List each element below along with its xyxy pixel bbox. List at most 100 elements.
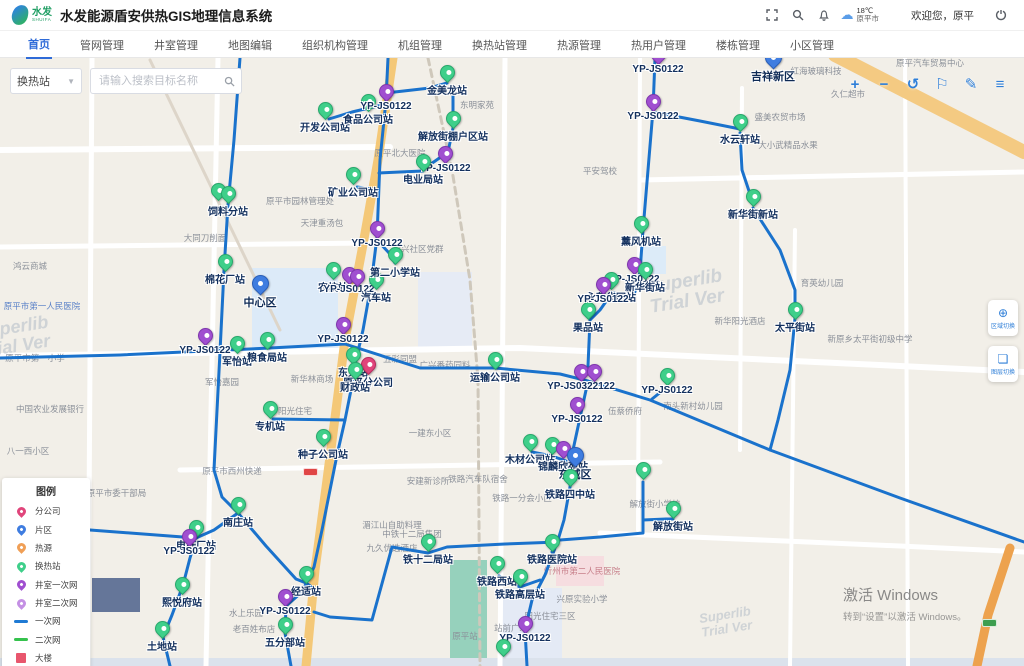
well-marker[interactable] bbox=[366, 218, 387, 239]
area-switch-button[interactable]: ⊕区域切换 bbox=[988, 300, 1018, 336]
logout-icon[interactable] bbox=[988, 0, 1014, 30]
layer-switch-button[interactable]: ❏图层切换 bbox=[988, 346, 1018, 382]
legend-item-label: 二次网 bbox=[35, 634, 61, 646]
exchange-station-marker[interactable] bbox=[384, 244, 405, 265]
exchange-station-marker[interactable] bbox=[436, 62, 457, 83]
exchange-station-marker[interactable] bbox=[227, 494, 248, 515]
well-marker[interactable] bbox=[642, 91, 663, 112]
legend-item: 换热站 bbox=[2, 557, 90, 575]
reset-view-icon[interactable]: ↺ bbox=[903, 74, 923, 94]
marker-label: YP-JS0122 bbox=[259, 606, 310, 617]
well-marker[interactable] bbox=[566, 394, 587, 415]
exchange-station-marker[interactable] bbox=[342, 164, 363, 185]
legend-title: 图例 bbox=[2, 483, 90, 498]
legend-item: 井室一次网 bbox=[2, 576, 90, 594]
exchange-station-marker[interactable] bbox=[259, 398, 280, 419]
zoom-out-icon[interactable]: − bbox=[874, 74, 894, 94]
marker-label: YP-JS0122 bbox=[163, 546, 214, 557]
nav-tab-community[interactable]: 小区管理 bbox=[788, 31, 836, 58]
nav-tab-unit[interactable]: 机组管理 bbox=[396, 31, 444, 58]
exchange-station-marker[interactable] bbox=[412, 151, 433, 172]
weather-city: 原平市 bbox=[857, 15, 880, 23]
nav-tab-well[interactable]: 井室管理 bbox=[152, 31, 200, 58]
nav-tab-heat-user[interactable]: 热用户管理 bbox=[629, 31, 688, 58]
district-marker[interactable] bbox=[761, 58, 785, 70]
marker-label: 开发公司站 bbox=[300, 119, 350, 134]
exchange-station-marker[interactable] bbox=[226, 333, 247, 354]
marker-label: 棉花厂站 bbox=[205, 271, 245, 286]
nav-tab-building[interactable]: 楼栋管理 bbox=[714, 31, 762, 58]
exchange-station-marker[interactable] bbox=[729, 111, 750, 132]
map-poi-label: 铁路一分会小区 bbox=[492, 492, 552, 504]
legend-swatch-pin bbox=[14, 507, 28, 516]
welcome-text: 欢迎您，原平 bbox=[911, 8, 974, 23]
exchange-station-marker[interactable] bbox=[357, 91, 378, 112]
map-toolbar: +−↺ ⚐ ✎ ≡ bbox=[836, 74, 1010, 94]
fullscreen-icon[interactable] bbox=[759, 0, 785, 30]
exchange-station-marker[interactable] bbox=[486, 553, 507, 574]
exchange-station-marker[interactable] bbox=[484, 349, 505, 370]
well-marker[interactable] bbox=[583, 361, 604, 382]
legend-item: 井室二次网 bbox=[2, 594, 90, 612]
map-poi-label: 中国农业发展银行 bbox=[16, 403, 84, 415]
nav-tab-map-edit[interactable]: 地图编辑 bbox=[226, 31, 274, 58]
marker-label: 木材公司站 bbox=[505, 451, 555, 466]
measure-icon[interactable]: ⚐ bbox=[932, 74, 952, 94]
well-marker[interactable] bbox=[434, 143, 455, 164]
well-marker[interactable] bbox=[274, 586, 295, 607]
nav-tab-org[interactable]: 组织机构管理 bbox=[300, 31, 370, 58]
exchange-station-marker[interactable] bbox=[274, 614, 295, 635]
map-poi-label: 原平汽车贸易中心 bbox=[896, 58, 964, 69]
exchange-station-marker[interactable] bbox=[519, 431, 540, 452]
exchange-station-marker[interactable] bbox=[214, 251, 235, 272]
map-poi-label: 大小武精品水果 bbox=[758, 139, 818, 151]
nav-tab-home[interactable]: 首页 bbox=[26, 30, 52, 59]
nav-tab-exchange-station[interactable]: 换热站管理 bbox=[470, 31, 529, 58]
exchange-station-marker[interactable] bbox=[312, 426, 333, 447]
exchange-station-marker[interactable] bbox=[417, 531, 438, 552]
nav-tab-heat-source[interactable]: 热源管理 bbox=[555, 31, 603, 58]
map-search-bar: 换热站 ▼ bbox=[10, 68, 242, 94]
legend-swatch-pin bbox=[14, 599, 28, 608]
exchange-station-marker[interactable] bbox=[314, 99, 335, 120]
search-input[interactable] bbox=[90, 68, 242, 94]
marker-label: YP-JS0122 bbox=[627, 111, 678, 122]
exchange-station-marker[interactable] bbox=[151, 618, 172, 639]
search-category-select[interactable]: 换热站 ▼ bbox=[10, 68, 82, 94]
layer-list-icon[interactable]: ≡ bbox=[990, 74, 1010, 94]
nav-tab-pipe-network[interactable]: 管网管理 bbox=[78, 31, 126, 58]
exchange-station-marker[interactable] bbox=[541, 531, 562, 552]
pin-swatch-icon bbox=[15, 597, 28, 610]
road-badge bbox=[303, 468, 318, 476]
map-poi-label: 五彩同盟 bbox=[383, 353, 417, 365]
exchange-station-marker[interactable] bbox=[662, 498, 683, 519]
well-marker[interactable] bbox=[194, 325, 215, 346]
map-canvas[interactable]: 东明家苑红海玻璃科技原平汽车贸易中心久仁超市盛美农贸市场大小武精品水果平安驾校原… bbox=[0, 58, 1024, 666]
well-marker[interactable] bbox=[375, 81, 396, 102]
search-magnifier-icon[interactable] bbox=[224, 74, 235, 92]
map-poi-label: 东明家苑 bbox=[460, 99, 494, 111]
marker-label: 铁路四中站 bbox=[545, 486, 595, 501]
exchange-station-marker[interactable] bbox=[509, 566, 530, 587]
exchange-station-marker[interactable] bbox=[632, 459, 653, 480]
marker-label: YP-JS0122 bbox=[632, 64, 683, 75]
bell-icon[interactable] bbox=[811, 0, 837, 30]
exchange-station-marker[interactable] bbox=[630, 213, 651, 234]
draw-icon[interactable]: ✎ bbox=[961, 74, 981, 94]
exchange-station-marker[interactable] bbox=[784, 299, 805, 320]
well-marker[interactable] bbox=[647, 58, 668, 65]
exchange-station-marker[interactable] bbox=[295, 563, 316, 584]
map-poi-label: 育英幼儿园 bbox=[801, 277, 844, 289]
pin-swatch-icon bbox=[15, 578, 28, 591]
exchange-station-marker[interactable] bbox=[442, 108, 463, 129]
zoom-in-icon[interactable]: + bbox=[845, 74, 865, 94]
marker-label: 经适站 bbox=[291, 583, 321, 598]
map-poi-label: 盛美农贸市场 bbox=[754, 111, 805, 123]
exchange-station-marker[interactable] bbox=[559, 466, 580, 487]
exchange-station-marker[interactable] bbox=[171, 574, 192, 595]
exchange-station-marker[interactable] bbox=[365, 269, 386, 290]
exchange-station-marker[interactable] bbox=[577, 299, 598, 320]
exchange-station-marker[interactable] bbox=[742, 186, 763, 207]
search-icon[interactable] bbox=[785, 0, 811, 30]
exchange-station-marker[interactable] bbox=[656, 365, 677, 386]
